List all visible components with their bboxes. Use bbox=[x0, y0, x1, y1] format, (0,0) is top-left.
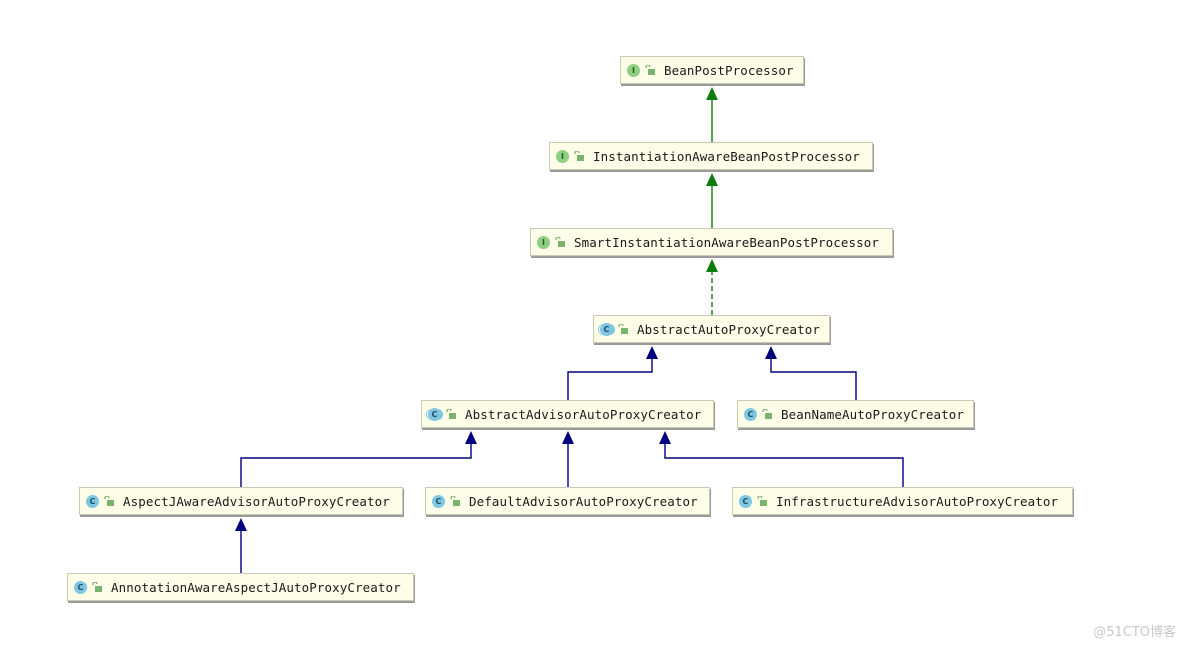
unlocked-icon bbox=[92, 582, 102, 592]
node-annotation-aware-aspectj-auto-proxy-creator[interactable]: C AnnotationAwareAspectJAutoProxyCreator bbox=[67, 573, 414, 601]
arrowhead-iaapc-to-aaapc bbox=[659, 431, 671, 444]
arrowhead-aapc-to-siabpp bbox=[706, 259, 718, 272]
edge-line-ajaapc-to-aaapc bbox=[240, 443, 472, 487]
node-abstract-auto-proxy-creator[interactable]: C AbstractAutoProxyCreator bbox=[593, 315, 830, 343]
unlocked-icon bbox=[574, 151, 584, 161]
interface-icon: I bbox=[556, 149, 569, 163]
arrowhead-aaajapc-to-ajaapc bbox=[235, 518, 247, 531]
node-abstract-advisor-auto-proxy-creator[interactable]: C AbstractAdvisorAutoProxyCreator bbox=[421, 400, 714, 428]
edges-layer bbox=[235, 87, 904, 573]
node-label: AspectJAwareAdvisorAutoProxyCreator bbox=[123, 493, 390, 509]
node-label: BeanNameAutoProxyCreator bbox=[781, 406, 965, 422]
node-label: SmartInstantiationAwareBeanPostProcessor bbox=[574, 234, 880, 250]
interface-icon: I bbox=[627, 63, 640, 77]
unlocked-icon bbox=[645, 65, 655, 75]
arrowhead-aaapc-to-aapc bbox=[646, 346, 658, 359]
unlocked-icon bbox=[757, 496, 767, 506]
node-label: AnnotationAwareAspectJAutoProxyCreator bbox=[111, 579, 401, 595]
unlocked-icon bbox=[555, 237, 565, 247]
class-icon: C bbox=[86, 494, 99, 508]
class-icon: C bbox=[744, 407, 757, 421]
node-label: InfrastructureAdvisorAutoProxyCreator bbox=[776, 493, 1059, 509]
edge-line-bnapc-to-aapc bbox=[770, 358, 857, 400]
node-infrastructure-advisor-auto-proxy-creator[interactable]: C InfrastructureAdvisorAutoProxyCreator bbox=[732, 487, 1073, 515]
unlocked-icon bbox=[762, 409, 772, 419]
edge-line-aaapc-to-aapc bbox=[567, 358, 653, 400]
node-instantiation-aware-bean-post-processor[interactable]: I InstantiationAwareBeanPostProcessor bbox=[549, 142, 873, 170]
node-label: BeanPostProcessor bbox=[664, 62, 794, 78]
unlocked-icon bbox=[618, 324, 628, 334]
unlocked-icon bbox=[446, 409, 456, 419]
abstract-class-icon: C bbox=[428, 407, 441, 421]
watermark: @51CTO博客 bbox=[1093, 625, 1176, 640]
node-smart-instantiation-aware-bean-post-processor[interactable]: I SmartInstantiationAwareBeanPostProcess… bbox=[530, 228, 893, 256]
arrowhead-ajaapc-to-aaapc bbox=[465, 431, 477, 444]
class-icon: C bbox=[432, 494, 445, 508]
node-aspectj-aware-advisor-auto-proxy-creator[interactable]: C AspectJAwareAdvisorAutoProxyCreator bbox=[79, 487, 403, 515]
node-default-advisor-auto-proxy-creator[interactable]: C DefaultAdvisorAutoProxyCreator bbox=[425, 487, 710, 515]
node-label: InstantiationAwareBeanPostProcessor bbox=[593, 148, 860, 164]
unlocked-icon bbox=[450, 496, 460, 506]
arrowhead-daapc-to-aaapc bbox=[562, 431, 574, 444]
arrowhead-bnapc-to-aapc bbox=[765, 346, 777, 359]
node-label: AbstractAdvisorAutoProxyCreator bbox=[465, 406, 702, 422]
arrowhead-siabpp-to-iabpp bbox=[706, 173, 718, 186]
arrowhead-iabpp-to-bpp bbox=[706, 87, 718, 100]
node-bean-post-processor[interactable]: I BeanPostProcessor bbox=[620, 56, 804, 84]
class-icon: C bbox=[739, 494, 752, 508]
abstract-class-icon: C bbox=[600, 322, 613, 336]
edge-line-iaapc-to-aaapc bbox=[664, 443, 904, 487]
interface-icon: I bbox=[537, 235, 550, 249]
node-label: AbstractAutoProxyCreator bbox=[637, 321, 821, 337]
node-bean-name-auto-proxy-creator[interactable]: C BeanNameAutoProxyCreator bbox=[737, 400, 974, 428]
class-icon: C bbox=[74, 580, 87, 594]
unlocked-icon bbox=[104, 496, 114, 506]
node-label: DefaultAdvisorAutoProxyCreator bbox=[469, 493, 698, 509]
